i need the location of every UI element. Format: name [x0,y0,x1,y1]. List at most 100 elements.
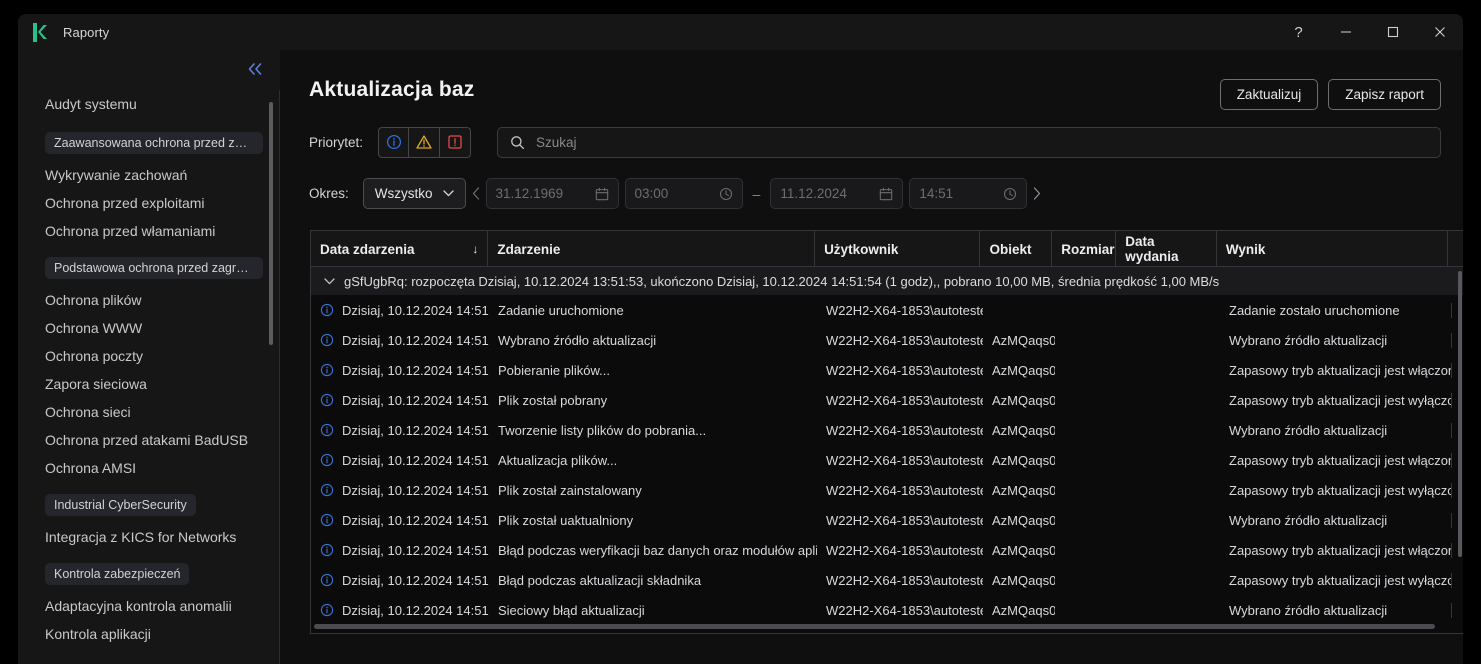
table-vertical-scrollbar-thumb[interactable] [1458,271,1462,557]
search-input[interactable] [536,135,1428,150]
sidebar-item-10[interactable]: Ochrona sieci [18,398,266,426]
info-circle-icon [386,134,402,150]
cell-date-value: Dzisiaj, 10.12.2024 14:51:53 [342,543,489,558]
sidebar-group-label: Industrial CyberSecurity [45,494,196,516]
table-horizontal-scrollbar-track[interactable] [311,620,1463,633]
sidebar-item-8[interactable]: Ochrona poczty [18,342,266,370]
info-circle-icon [320,303,334,317]
column-header-obiekt[interactable]: Obiekt [980,231,1052,267]
period-select[interactable]: Wszystko [363,178,466,209]
table-row[interactable]: Dzisiaj, 10.12.2024 14:51:53Pobieranie p… [311,355,1463,385]
table-row[interactable]: Dzisiaj, 10.12.2024 14:51:53Zadanie uruc… [311,295,1463,325]
maximize-icon[interactable] [1369,14,1416,50]
warning-triangle-icon [416,134,432,150]
cell-event: Pobieranie plików... [489,363,817,378]
period-to-date-field[interactable]: 11.12.2024 [770,178,903,209]
cell-result: Zadanie zostało uruchomione [1220,303,1452,318]
priority-info-button[interactable] [378,127,409,158]
cell-event: Tworzenie listy plików do pobrania... [489,423,817,438]
kaspersky-k-logo-icon [32,23,51,42]
cell-date-value: Dzisiaj, 10.12.2024 14:51:53 [342,603,489,618]
page-title: Aktualizacja baz [309,78,474,102]
sidebar-item-11[interactable]: Ochrona przed atakami BadUSB [18,426,266,454]
sidebar-item-6[interactable]: Ochrona plików [18,286,266,314]
column-label: Obiekt [989,242,1031,257]
period-to-time-field[interactable]: 14:51 [909,178,1027,209]
period-prev-button[interactable] [466,178,486,209]
table-row[interactable]: Dzisiaj, 10.12.2024 14:51:53Błąd podczas… [311,535,1463,565]
cell-date: Dzisiaj, 10.12.2024 14:51:53 [311,393,489,408]
priority-critical-button[interactable] [440,127,471,158]
calendar-icon [879,187,893,201]
column-header-uzytkownik[interactable]: Użytkownik [815,231,980,267]
sidebar-item-0[interactable]: Audyt systemu [18,90,266,118]
priority-label: Priorytet: [309,135,363,150]
table-group-row[interactable]: gSfUgbRq: rozpoczęta Dzisiaj, 10.12.2024… [311,267,1463,295]
sidebar-item-7[interactable]: Ochrona WWW [18,314,266,342]
cell-user: W22H2-X64-1853\autotester [817,453,983,468]
sidebar-item-9[interactable]: Zapora sieciowa [18,370,266,398]
cell-user: W22H2-X64-1853\autotester [817,513,983,528]
table-row[interactable]: Dzisiaj, 10.12.2024 14:51:53Wybrano źród… [311,325,1463,355]
update-button[interactable]: Zaktualizuj [1220,79,1319,110]
priority-warning-button[interactable] [409,127,440,158]
table-horizontal-scrollbar-thumb[interactable] [314,624,1435,629]
sidebar-item-2[interactable]: Wykrywanie zachowań [18,161,266,189]
cell-date-value: Dzisiaj, 10.12.2024 14:51:53 [342,393,489,408]
info-circle-icon [320,543,334,557]
cell-date: Dzisiaj, 10.12.2024 14:51:53 [311,603,489,618]
sidebar-item-12[interactable]: Ochrona AMSI [18,454,266,482]
table-row[interactable]: Dzisiaj, 10.12.2024 14:51:53Błąd podczas… [311,565,1463,595]
close-icon[interactable] [1416,14,1463,50]
sidebar-collapse-icon[interactable] [244,58,266,80]
cell-object: AzMQaqs0 [983,333,1055,348]
sidebar-scrollbar-thumb[interactable] [269,102,273,345]
period-from-time-value: 03:00 [635,186,669,201]
sidebar-item-14[interactable]: Integracja z KICS for Networks [18,523,266,551]
period-next-button[interactable] [1027,178,1047,209]
cell-event: Plik został zainstalowany [489,483,817,498]
column-header-data-zdarzenia[interactable]: Data zdarzenia ↓ [311,231,488,267]
minimize-icon[interactable] [1322,14,1369,50]
sidebar-item-3[interactable]: Ochrona przed exploitami [18,189,266,217]
cell-object: AzMQaqs0 [983,543,1055,558]
table-row[interactable]: Dzisiaj, 10.12.2024 14:51:53Plik został … [311,475,1463,505]
period-from-time-field[interactable]: 03:00 [625,178,743,209]
cell-result: Zapasowy tryb aktualizacji jest wyłączon… [1220,573,1452,588]
table-body: gSfUgbRq: rozpoczęta Dzisiaj, 10.12.2024… [311,267,1463,633]
events-table: Data zdarzenia ↓ Zdarzenie Użytkownik Ob… [310,230,1463,634]
cell-event: Wybrano źródło aktualizacji [489,333,817,348]
search-box[interactable] [497,127,1441,158]
column-label: Data zdarzenia [320,242,415,257]
info-circle-icon [320,513,334,527]
clock-icon [1003,187,1017,201]
chevron-right-icon [1033,187,1041,200]
cell-user: W22H2-X64-1853\autotester [817,363,983,378]
table-row[interactable]: Dzisiaj, 10.12.2024 14:51:53Aktualizacja… [311,445,1463,475]
table-row[interactable]: Dzisiaj, 10.12.2024 14:51:53Plik został … [311,385,1463,415]
clock-icon [719,187,733,201]
cell-user: W22H2-X64-1853\autotester [817,333,983,348]
column-header-rozmiar[interactable]: Rozmiar [1052,231,1116,267]
priority-filter-group [378,127,471,158]
sidebar-item-4[interactable]: Ochrona przed włamaniami [18,217,266,245]
table-row[interactable]: Dzisiaj, 10.12.2024 14:51:53Plik został … [311,505,1463,535]
table-row[interactable]: Dzisiaj, 10.12.2024 14:51:53Tworzenie li… [311,415,1463,445]
cell-event: Aktualizacja plików... [489,453,817,468]
table-group-label: gSfUgbRq: rozpoczęta Dzisiaj, 10.12.2024… [344,274,1219,289]
title-bar: Raporty ? [18,14,1463,50]
cell-date-value: Dzisiaj, 10.12.2024 14:51:53 [342,423,489,438]
cell-date: Dzisiaj, 10.12.2024 14:51:53 [311,333,489,348]
application-window: Raporty ? Audyt systemuZaawansowana ochr… [18,14,1463,664]
cell-object: AzMQaqs0 [983,573,1055,588]
sidebar-item-16[interactable]: Adaptacyjna kontrola anomalii [18,592,266,620]
table-rows: Dzisiaj, 10.12.2024 14:51:53Zadanie uruc… [311,295,1463,625]
column-header-zdarzenie[interactable]: Zdarzenie [488,231,815,267]
sidebar-item-17[interactable]: Kontrola aplikacji [18,620,266,648]
column-header-wynik[interactable]: Wynik [1217,231,1448,267]
column-header-data-wydania[interactable]: Data wydania [1116,231,1217,267]
help-button[interactable]: ? [1275,14,1322,50]
period-from-date-field[interactable]: 31.12.1969 [486,178,619,209]
chevron-down-icon[interactable] [321,273,338,290]
save-report-button[interactable]: Zapisz raport [1328,79,1441,110]
